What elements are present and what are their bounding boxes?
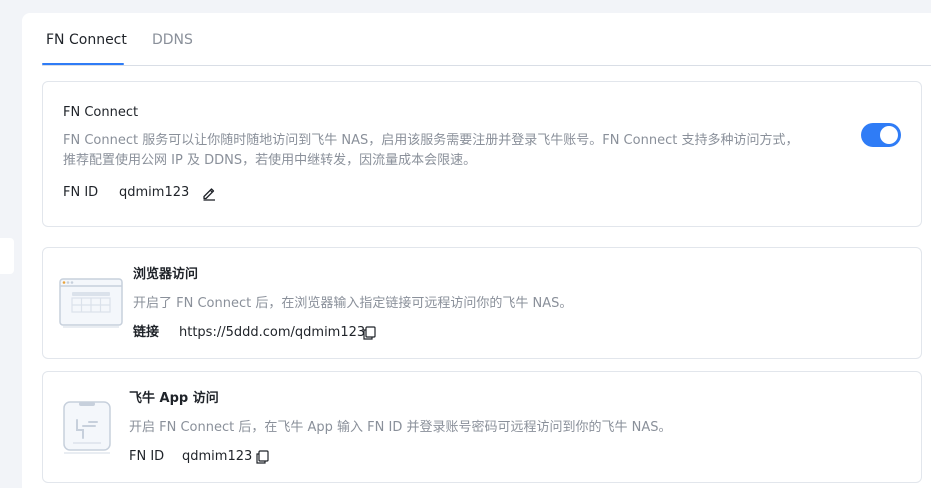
tab-ddns[interactable]: DDNS [152, 32, 193, 48]
app-access-title: 飞牛 App 访问 [129, 391, 219, 406]
app-fn-id-value: qdmim123 [182, 449, 253, 464]
fn-connect-description-line2: 推荐配置使用公网 IP 及 DDNS，若使用中继转发，因流量成本会限速。 [63, 153, 477, 168]
browser-access-description: 开启了 FN Connect 后，在浏览器输入指定链接可远程访问你的飞牛 NAS… [133, 296, 573, 311]
fn-id-value: qdmim123 [119, 185, 190, 200]
tab-bar: FN Connect DDNS [42, 13, 931, 66]
settings-panel: FN Connect DDNS FN Connect FN Connect 服务… [22, 13, 931, 488]
browser-access-title: 浏览器访问 [133, 267, 199, 282]
fn-id-label: FN ID [63, 185, 99, 200]
toggle-knob [880, 126, 898, 144]
fn-connect-toggle[interactable] [861, 123, 901, 147]
browser-window-icon [59, 278, 123, 328]
tab-fn-connect[interactable]: FN Connect [46, 32, 127, 48]
sidebar-edge [0, 238, 14, 274]
link-value[interactable]: https://5ddd.com/qdmim123 [179, 325, 365, 341]
link-label: 链接 [133, 325, 160, 340]
app-access-card: 飞牛 App 访问 开启 FN Connect 后，在飞牛 App 输入 FN … [42, 371, 922, 483]
fn-connect-description-line1: FN Connect 服务可以让你随时随地访问到飞牛 NAS，启用该服务需要注册… [63, 133, 799, 148]
copy-icon[interactable] [361, 325, 377, 341]
active-tab-indicator [42, 63, 124, 65]
app-fn-id-label: FN ID [129, 449, 165, 464]
pencil-icon[interactable] [201, 185, 217, 201]
browser-access-card: 浏览器访问 开启了 FN Connect 后，在浏览器输入指定链接可远程访问你的… [42, 247, 922, 359]
phone-app-icon [63, 401, 111, 454]
fn-connect-card: FN Connect FN Connect 服务可以让你随时随地访问到飞牛 NA… [42, 81, 922, 227]
copy-icon[interactable] [254, 449, 270, 465]
fn-connect-title: FN Connect [63, 105, 139, 120]
app-access-description: 开启 FN Connect 后，在飞牛 App 输入 FN ID 并登录账号密码… [129, 420, 672, 435]
